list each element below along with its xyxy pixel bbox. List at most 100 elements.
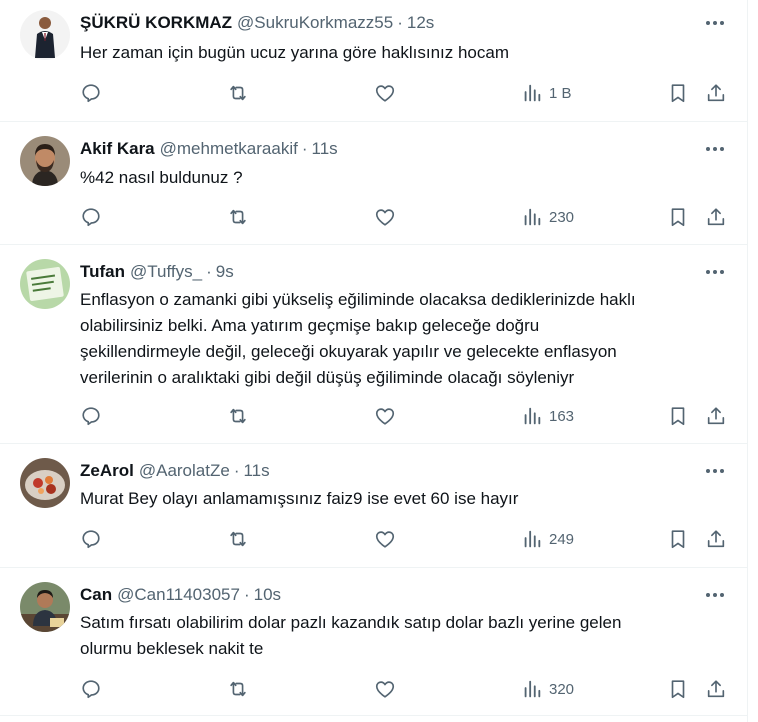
retweet-button[interactable] [227,527,249,551]
reply-button[interactable] [80,81,102,105]
display-name[interactable]: Can [80,585,112,605]
share-button[interactable] [705,205,727,229]
timestamp[interactable]: 11s [312,139,338,159]
bookmark-icon [671,84,685,103]
more-options-icon[interactable] [704,584,726,606]
bookmark-icon [671,208,685,227]
views-button[interactable]: 1 B [521,81,572,105]
share-button[interactable] [705,677,727,701]
views-count: 163 [549,407,575,425]
reply-icon [82,407,100,426]
user-handle[interactable]: @SukruKorkmazz55 [237,13,393,33]
heart-icon [375,209,395,226]
action-bar: 1 B [80,81,728,105]
timestamp[interactable]: 11s [243,461,269,481]
more-options-icon[interactable] [704,261,726,283]
timestamp[interactable]: 10s [254,585,281,605]
separator-dot: · [243,585,250,604]
reply-feed: ŞÜKRÜ KORKMAZ @SukruKorkmazz55 · 12s Her… [0,0,748,722]
share-icon [707,407,725,425]
views-button[interactable]: 230 [521,205,574,229]
like-button[interactable] [374,81,396,105]
heart-icon [375,681,395,698]
views-button[interactable]: 320 [521,677,574,701]
display-name[interactable]: Akif Kara [80,139,155,159]
timestamp[interactable]: 9s [216,262,234,282]
views-count: 230 [549,208,575,226]
like-button[interactable] [374,205,396,229]
like-button[interactable] [374,527,396,551]
display-name[interactable]: ZeArol [80,461,134,481]
views-button[interactable]: 163 [521,404,574,428]
bookmark-button[interactable] [667,527,689,551]
retweet-button[interactable] [227,81,249,105]
reply-icon [82,680,100,699]
reply-button[interactable] [80,404,102,428]
bookmark-icon [671,407,685,426]
user-handle[interactable]: @AarolatZe [139,461,230,481]
bearded-man-avatar[interactable] [20,136,70,186]
bookmark-icon [671,680,685,699]
tweet[interactable]: Tufan @Tuffys_ · 9s Enflasyon o zamanki … [0,245,748,444]
reply-button[interactable] [80,205,102,229]
tweet-text: Her zaman için bugün ucuz yarına göre ha… [80,43,510,62]
display-name[interactable]: ŞÜKRÜ KORKMAZ [80,13,232,33]
reply-button[interactable] [80,677,102,701]
share-button[interactable] [705,81,727,105]
share-icon [707,84,725,102]
green-note-avatar[interactable] [20,259,70,309]
tweet[interactable]: Can @Can11403057 · 10s Satım fırsatı ola… [0,568,748,716]
tweet-text-line: olurmu beklesek nakit te [80,639,264,658]
views-chart-icon [524,530,541,548]
views-count: 249 [549,530,575,548]
like-button[interactable] [374,404,396,428]
timestamp[interactable]: 12s [407,13,434,33]
share-icon [707,208,725,226]
like-button[interactable] [374,677,396,701]
tweet[interactable]: ŞÜKRÜ KORKMAZ @SukruKorkmazz55 · 12s Her… [0,0,748,122]
views-chart-icon [524,407,541,425]
bookmark-button[interactable] [667,677,689,701]
reply-icon [82,530,100,549]
bookmark-button[interactable] [667,81,689,105]
tweet-text-line: Satım fırsatı olabilirim dolar pazlı kaz… [80,613,622,632]
user-handle[interactable]: @mehmetkaraakif [160,139,298,159]
food-plate-avatar[interactable] [20,458,70,508]
more-options-icon[interactable] [704,460,726,482]
views-button[interactable]: 249 [521,527,574,551]
action-bar: 163 [80,404,728,428]
views-chart-icon [524,84,541,102]
man-in-suit-avatar[interactable] [20,10,70,60]
retweet-icon [230,681,246,697]
retweet-button[interactable] [227,677,249,701]
tweet[interactable]: Akif Kara @mehmetkaraakif · 11s %42 nası… [0,122,748,245]
more-options-icon[interactable] [704,12,726,34]
reply-icon [82,84,100,103]
user-handle[interactable]: @Can11403057 [117,585,240,605]
tweet-text: %42 nasıl buldunuz ? [80,168,243,187]
tweet-text: Murat Bey olayı anlamamışsınız faiz9 ise… [80,489,519,508]
reply-icon [82,208,100,227]
tweet-text: Enflasyon o zamanki gibi yükseliş eğilim… [80,287,740,391]
tweet-text-line: verilerinin o aralıktaki gibi değil düşü… [80,368,575,387]
man-at-desk-avatar[interactable] [20,582,70,632]
share-button[interactable] [705,404,727,428]
bookmark-button[interactable] [667,404,689,428]
display-name[interactable]: Tufan [80,262,125,282]
action-bar: 230 [80,205,728,229]
separator-dot: · [206,262,212,281]
bookmark-button[interactable] [667,205,689,229]
reply-button[interactable] [80,527,102,551]
views-chart-icon [524,208,541,226]
tweet[interactable]: ZeArol @AarolatZe · 11s Murat Bey olayı … [0,444,748,568]
retweet-button[interactable] [227,404,249,428]
separator-dot: · [233,461,240,480]
share-button[interactable] [705,527,727,551]
views-count: 1 B [549,84,572,102]
tweet-text: Satım fırsatı olabilirim dolar pazlı kaz… [80,610,740,662]
retweet-button[interactable] [227,205,249,229]
user-handle[interactable]: @Tuffys_ [130,262,202,282]
tweet-text-line: Enflasyon o zamanki gibi yükseliş eğilim… [80,290,636,309]
heart-icon [375,531,395,548]
more-options-icon[interactable] [704,138,726,160]
